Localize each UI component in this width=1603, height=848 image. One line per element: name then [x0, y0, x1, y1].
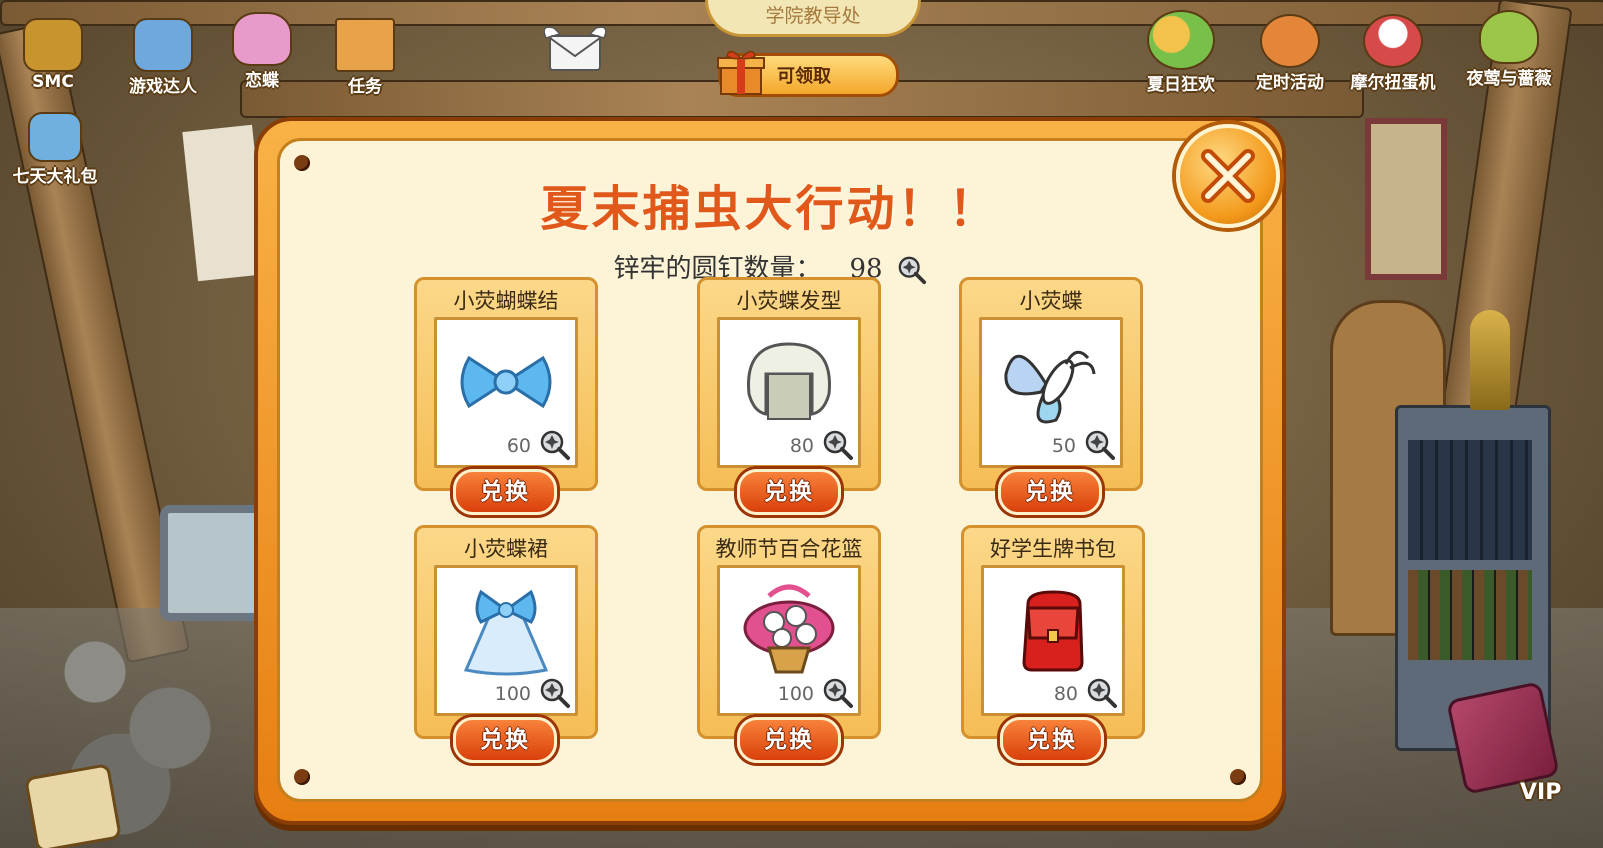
item-cost: 80 [789, 435, 814, 457]
vip-label[interactable]: VIP [1520, 780, 1561, 805]
academy-office-sign: 学院教导处 [705, 0, 921, 37]
claim-reward-button[interactable]: 可领取 [717, 50, 899, 97]
item-card: 好学生牌书包 80 [961, 525, 1145, 739]
butterfly-button[interactable]: 恋蝶 [222, 12, 302, 91]
item-slot[interactable]: 100 [717, 565, 861, 716]
flower-basket-icon [743, 584, 835, 674]
item-card: 小荧蝴蝶结 60 [414, 277, 598, 491]
smc-label: SMC [32, 72, 74, 92]
gacha-button[interactable]: 摩尔扭蛋机 [1338, 14, 1448, 93]
game-master-button[interactable]: 游戏达人 [118, 18, 208, 97]
wall-picture [1365, 118, 1447, 280]
item-slot[interactable]: 100 [434, 565, 578, 716]
redeem-button[interactable]: 兑换 [998, 469, 1102, 515]
dress-icon [463, 589, 549, 676]
hairstyle-icon [747, 342, 831, 420]
item-name: 好学生牌书包 [990, 537, 1116, 561]
item-cost: 60 [506, 435, 531, 457]
balloons-icon [1147, 10, 1215, 70]
smc-button[interactable]: SMC [20, 18, 86, 92]
alarm-clock-icon [1260, 14, 1320, 68]
summer-carnival-label: 夏日狂欢 [1147, 75, 1215, 95]
task-board-icon [335, 18, 395, 72]
item-name: 教师节百合花篮 [715, 537, 863, 561]
redeem-button[interactable]: 兑换 [737, 717, 841, 763]
item-name: 小荧蝴蝶结 [453, 289, 559, 313]
item-cost: 50 [1051, 435, 1076, 457]
redeem-button[interactable]: 兑换 [453, 717, 557, 763]
gift-box-icon [28, 112, 82, 162]
nail-icon [540, 430, 570, 460]
item-cost: 100 [777, 683, 814, 705]
nail-icon [1085, 430, 1115, 460]
blue-bow-icon [460, 355, 552, 409]
item-slot[interactable]: 50 [979, 317, 1123, 468]
mail-icon[interactable] [540, 20, 610, 75]
gacha-label: 摩尔扭蛋机 [1350, 73, 1436, 93]
books-upper [1408, 440, 1532, 560]
butterfly-icon [232, 12, 292, 66]
item-card: 教师节百合花篮 100 [697, 525, 881, 739]
school-bag-icon [1022, 590, 1084, 672]
nightingale-icon [1479, 10, 1539, 64]
scroll-icon[interactable] [24, 763, 122, 848]
tasks-button[interactable]: 任务 [330, 18, 400, 97]
redeem-button[interactable]: 兑换 [737, 469, 841, 515]
gift-pack-button[interactable]: 七天大礼包 [0, 112, 110, 187]
redeem-button[interactable]: 兑换 [453, 469, 557, 515]
butterfly-icon [1004, 350, 1096, 424]
nightingale-rose-button[interactable]: 夜莺与蔷薇 [1448, 10, 1570, 89]
item-name: 小荧蝶裙 [464, 537, 548, 561]
rivet [1230, 769, 1246, 785]
item-card: 小荧蝶裙 100 [414, 525, 598, 739]
timed-event-button[interactable]: 定时活动 [1242, 14, 1338, 93]
butterfly-label: 恋蝶 [245, 71, 279, 91]
item-card: 小荧蝶 50 [959, 277, 1143, 491]
game-master-label: 游戏达人 [129, 77, 197, 97]
tasks-label: 任务 [348, 77, 382, 97]
smc-badge-icon [23, 18, 83, 72]
item-cost: 100 [494, 683, 531, 705]
nail-icon [1087, 678, 1117, 708]
item-name: 小荧蝶 [1019, 289, 1083, 313]
timed-event-label: 定时活动 [1256, 73, 1324, 93]
item-slot[interactable]: 80 [981, 565, 1125, 716]
redeem-button[interactable]: 兑换 [1000, 717, 1104, 763]
gamepad-icon [133, 18, 193, 72]
rivet [294, 769, 310, 785]
item-name: 小荧蝶发型 [736, 289, 842, 313]
claim-label: 可领取 [777, 66, 831, 87]
nail-icon [540, 678, 570, 708]
books-lower [1408, 570, 1532, 660]
nail-icon [823, 430, 853, 460]
nail-icon [898, 256, 926, 285]
capsule-machine-icon [1363, 14, 1423, 68]
nightingale-rose-label: 夜莺与蔷薇 [1466, 69, 1552, 89]
item-slot[interactable]: 60 [434, 317, 578, 468]
item-card: 小荧蝶发型 80 [697, 277, 881, 491]
item-slot[interactable]: 80 [717, 317, 861, 468]
vip-book-icon[interactable] [1446, 681, 1560, 795]
dialog-title: 夏末捕虫大行动！！ [540, 181, 1000, 237]
close-button[interactable] [1176, 124, 1280, 228]
item-cost: 80 [1053, 683, 1078, 705]
summer-carnival-button[interactable]: 夏日狂欢 [1133, 10, 1229, 95]
trophy [1470, 310, 1510, 410]
gift-icon [717, 50, 765, 95]
close-icon [1201, 149, 1255, 203]
nail-icon [823, 678, 853, 708]
gift-pack-label: 七天大礼包 [12, 167, 98, 187]
